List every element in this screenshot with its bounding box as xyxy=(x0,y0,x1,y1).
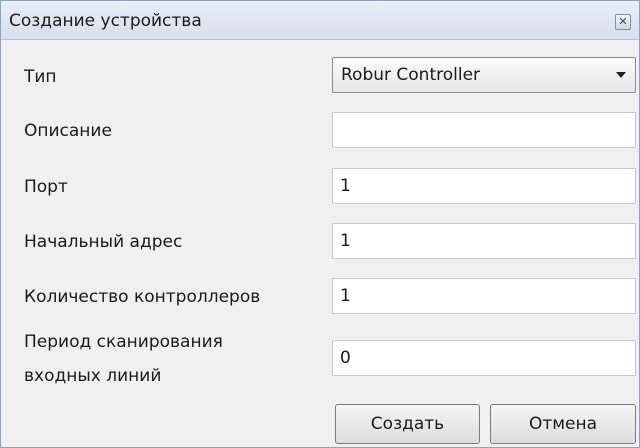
port-label: Порт xyxy=(24,177,68,197)
description-input[interactable] xyxy=(332,112,636,148)
close-icon[interactable]: ✕ xyxy=(615,14,631,30)
scan-period-label-line1: Период сканирования xyxy=(24,332,223,352)
title-bar: Создание устройства ✕ xyxy=(1,1,639,40)
description-label: Описание xyxy=(24,121,112,141)
scan-period-label-line2: входных линий xyxy=(24,366,162,386)
scan-period-input[interactable]: 0 xyxy=(332,340,636,376)
type-select-value: Robur Controller xyxy=(341,65,481,85)
create-button[interactable]: Создать xyxy=(335,404,480,444)
start-address-input[interactable]: 1 xyxy=(332,223,636,259)
type-label: Тип xyxy=(24,67,57,87)
type-select[interactable]: Robur Controller xyxy=(332,57,636,93)
start-address-label: Начальный адрес xyxy=(24,232,183,252)
dialog-title: Создание устройства xyxy=(9,11,202,31)
port-input[interactable]: 1 xyxy=(332,168,636,204)
chevron-down-icon xyxy=(616,72,626,78)
cancel-button[interactable]: Отмена xyxy=(490,404,636,444)
controllers-count-label: Количество контроллеров xyxy=(24,287,261,307)
create-device-dialog: Создание устройства ✕ Тип Robur Controll… xyxy=(0,0,640,448)
controllers-count-input[interactable]: 1 xyxy=(332,278,636,314)
